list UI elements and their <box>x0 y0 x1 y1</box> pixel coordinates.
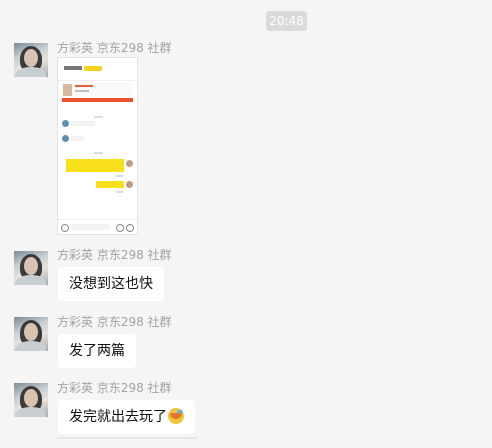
avatar[interactable] <box>14 43 48 77</box>
avatar[interactable] <box>14 317 48 351</box>
avatar[interactable] <box>14 383 48 417</box>
sender-name: 方彩英 京东298 社群 <box>57 41 172 55</box>
text-message-bubble[interactable]: 发完就出去玩了 <box>58 400 195 434</box>
text-message-bubble[interactable]: 发了两篇 <box>58 334 136 368</box>
divider <box>57 437 197 439</box>
image-message[interactable] <box>57 57 138 235</box>
sender-name: 方彩英 京东298 社群 <box>57 248 172 262</box>
message-text: 发完就出去玩了 <box>69 409 167 425</box>
sender-name: 方彩英 京东298 社群 <box>57 315 172 329</box>
avatar[interactable] <box>14 251 48 285</box>
text-message-bubble[interactable]: 没想到这也快 <box>58 267 164 301</box>
sender-name: 方彩英 京东298 社群 <box>57 381 172 395</box>
timestamp-badge: 20:48 <box>266 11 307 31</box>
laughing-tears-emoji-icon <box>168 408 184 424</box>
